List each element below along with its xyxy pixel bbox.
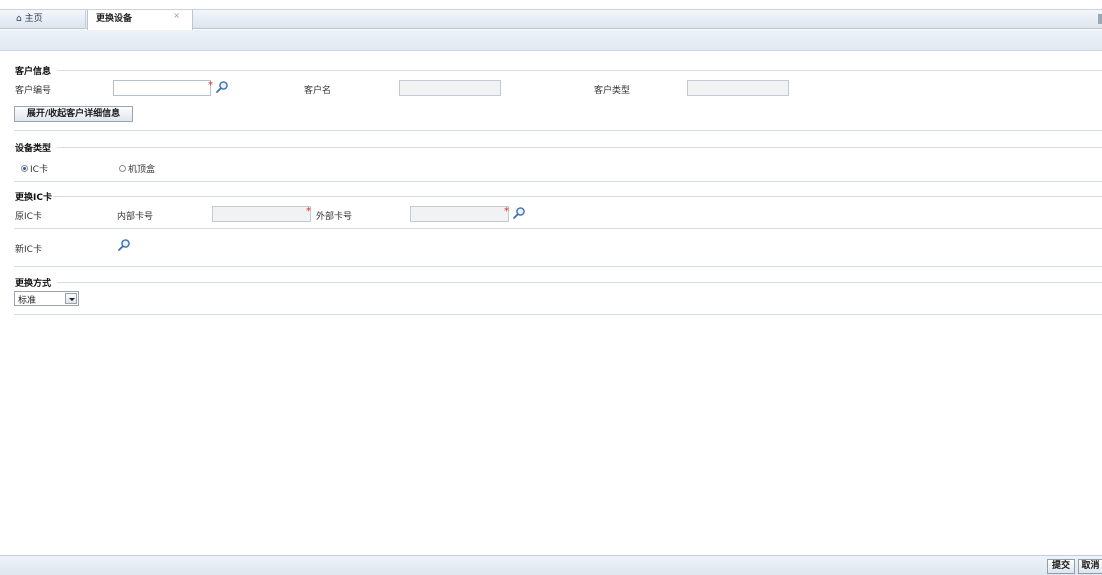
toolbar	[0, 30, 1102, 51]
internal-no-field	[212, 206, 311, 222]
radio-set-top-box[interactable]	[119, 165, 126, 172]
original-card-label: 原IC卡	[15, 212, 42, 222]
required-mark: *	[208, 80, 213, 91]
new-card-label: 新IC卡	[15, 245, 42, 255]
tab-home-label: 主页	[24, 14, 43, 24]
customer-type-label: 客户类型	[594, 86, 631, 96]
external-no-label: 外部卡号	[316, 212, 353, 222]
row-separator	[14, 228, 1102, 229]
section-separator	[14, 130, 1102, 131]
customer-name-field	[399, 80, 501, 96]
radio-ic-card-label: IC卡	[30, 165, 48, 175]
ic-card-section-divider	[53, 196, 1102, 197]
required-mark: *	[504, 206, 509, 217]
search-icon[interactable]	[215, 80, 229, 94]
tab-replace-device-label: 更换设备	[96, 14, 133, 24]
replace-method-value: 标准	[18, 296, 37, 306]
external-no-input[interactable]	[410, 206, 509, 222]
customer-section-divider	[57, 70, 1102, 71]
customer-section-title: 客户信息	[15, 67, 52, 77]
footer-bar: 提交 取消	[0, 555, 1102, 575]
customer-no-input[interactable]	[113, 80, 211, 96]
internal-no-label: 内部卡号	[117, 212, 154, 222]
radio-set-top-box-label: 机顶盒	[128, 165, 156, 175]
radio-ic-card[interactable]	[21, 165, 28, 172]
search-icon[interactable]	[512, 206, 526, 220]
device-type-section-title: 设备类型	[15, 144, 52, 154]
cancel-button[interactable]: 取消	[1078, 559, 1102, 574]
submit-button[interactable]: 提交	[1047, 559, 1075, 574]
chevron-down-icon[interactable]	[65, 293, 77, 304]
ic-card-section-title: 更换IC卡	[15, 193, 52, 203]
customer-name-label: 客户名	[304, 86, 332, 96]
tab-replace-device[interactable]: 更换设备 ×	[87, 10, 193, 30]
replace-method-section-title: 更换方式	[15, 279, 52, 289]
customer-type-field	[687, 80, 789, 96]
section-separator	[14, 181, 1102, 182]
section-separator	[14, 266, 1102, 267]
tab-bar: ⌂ 主页 更换设备 ×	[0, 9, 1102, 30]
close-icon[interactable]: ×	[173, 7, 180, 25]
device-type-section-divider	[57, 147, 1102, 148]
section-separator	[14, 314, 1102, 315]
toggle-customer-details-button[interactable]: 展开/收起客户详细信息	[14, 106, 133, 122]
search-icon[interactable]	[117, 238, 131, 252]
replace-method-section-divider	[57, 282, 1102, 283]
tab-scroll-handle[interactable]	[1098, 14, 1102, 24]
customer-no-label: 客户编号	[15, 86, 52, 96]
home-icon: ⌂	[16, 14, 22, 24]
required-mark: *	[306, 206, 311, 217]
replace-method-select[interactable]: 标准	[14, 291, 79, 306]
tab-home[interactable]: ⌂ 主页	[8, 10, 86, 29]
